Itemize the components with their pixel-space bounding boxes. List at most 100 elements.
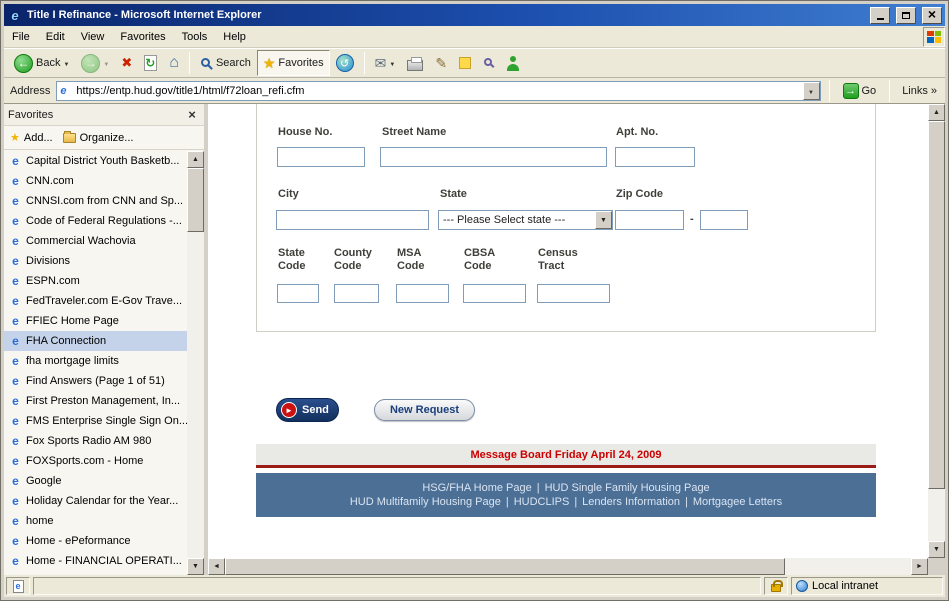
go-label: Go [862,85,877,97]
scroll-right-button[interactable]: ► [911,558,928,575]
message-board-link[interactable]: Message Board Friday April 24, 2009 [471,449,662,461]
favorites-item-label: Divisions [26,255,70,267]
state-select-value: --- Please Select state --- [443,214,595,226]
search-button[interactable]: Search [194,50,257,76]
menu-item[interactable]: Edit [38,27,73,47]
favorites-item[interactable]: Divisions [4,251,187,271]
favorites-item[interactable]: Commercial Wachovia [4,231,187,251]
favorites-item-label: CNNSI.com from CNN and Sp... [26,195,183,207]
favorites-item[interactable]: FMS Enterprise Single Sign On... [4,411,187,431]
favorites-item[interactable]: CNNSI.com from CNN and Sp... [4,191,187,211]
favorites-item[interactable]: Holiday Calendar for the Year... [4,491,187,511]
favorites-item[interactable]: First Preston Management, In... [4,391,187,411]
add-favorite-button[interactable]: Add... [10,131,53,144]
home-button[interactable] [163,50,185,76]
scroll-up-button[interactable]: ▲ [928,104,945,121]
zip-code-input[interactable] [615,210,684,230]
menu-item[interactable]: Help [215,27,254,47]
zip-plus4-input[interactable] [700,210,748,230]
refresh-button[interactable] [138,50,163,76]
address-input[interactable] [74,83,802,99]
scrollbar-thumb[interactable] [187,168,204,232]
favorites-item[interactable]: Find Answers (Page 1 of 51) [4,371,187,391]
messenger-button[interactable] [501,50,525,76]
menu-item[interactable]: View [73,27,113,47]
mail-button[interactable] [369,50,402,76]
forward-dropdown-icon [103,57,109,69]
send-button[interactable]: Send [276,398,339,422]
favorites-item[interactable]: FHA Connection [4,331,187,351]
scroll-down-button[interactable]: ▼ [187,558,204,575]
census-tract-input[interactable] [537,284,610,303]
city-input[interactable] [276,210,429,230]
favorites-item[interactable]: Fox Sports Radio AM 980 [4,431,187,451]
footer-link[interactable]: Lenders Information [582,496,680,508]
favorites-close-button[interactable] [184,108,200,122]
history-button[interactable] [330,50,360,76]
forward-button[interactable] [75,50,115,76]
favorites-item[interactable]: Home - ePeformance [4,531,187,551]
scroll-up-button[interactable]: ▲ [187,151,204,168]
menu-item[interactable]: File [4,27,38,47]
favorites-item[interactable]: FOXSports.com - Home [4,451,187,471]
message-board-band: Message Board Friday April 24, 2009 [256,444,876,468]
vertical-scrollbar[interactable]: ▲ ▼ [928,104,945,558]
address-bar: Address Go Links » [4,78,945,104]
back-button[interactable]: Back [8,50,75,76]
favorites-scrollbar[interactable]: ▲ ▼ [187,151,204,575]
street-name-input[interactable] [380,147,607,167]
msa-code-input[interactable] [396,284,449,303]
menu-item[interactable]: Favorites [112,27,173,47]
footer-link[interactable]: HUDCLIPS [514,496,570,508]
horizontal-scrollbar[interactable]: ◄ ► [208,558,928,575]
maximize-button[interactable] [896,7,916,24]
stop-button[interactable] [115,50,138,76]
discuss-button[interactable] [453,50,477,76]
cbsa-code-input[interactable] [463,284,526,303]
favorites-item[interactable]: ESPN.com [4,271,187,291]
discuss-icon [459,57,471,69]
apt-no-input[interactable] [615,147,695,167]
close-button[interactable] [922,7,942,24]
scroll-left-button[interactable]: ◄ [208,558,225,575]
links-button[interactable]: Links » [898,83,941,99]
scrollbar-thumb[interactable] [225,558,785,575]
go-button[interactable]: Go [838,81,882,101]
organize-favorites-button[interactable]: Organize... [63,132,134,144]
house-no-input[interactable] [277,147,365,167]
print-button[interactable] [401,50,429,76]
favorites-item[interactable]: Capital District Youth Basketb... [4,151,187,171]
favorites-item[interactable]: Code of Federal Regulations -... [4,211,187,231]
favorites-item[interactable]: FFIEC Home Page [4,311,187,331]
favorites-button[interactable]: Favorites [257,50,330,76]
address-dropdown-button[interactable] [803,82,820,100]
footer-link[interactable]: Mortgagee Letters [693,496,782,508]
ie-page-icon [9,554,22,568]
chevron-down-icon[interactable] [595,211,612,229]
footer-separator: | [574,496,577,508]
scroll-down-button[interactable]: ▼ [928,541,945,558]
favorites-item[interactable]: home [4,511,187,531]
favorites-item-label: FHA Connection [26,335,106,347]
favorites-item-label: Commercial Wachovia [26,235,136,247]
edit-button[interactable] [429,50,453,76]
state-code-input[interactable] [277,284,319,303]
county-code-input[interactable] [334,284,379,303]
footer-link[interactable]: HUD Single Family Housing Page [545,482,710,494]
favorites-item[interactable]: CNN.com [4,171,187,191]
favorites-item[interactable]: Home - FINANCIAL OPERATI... [4,551,187,571]
ie-page-icon [9,354,22,368]
menu-items: FileEditViewFavoritesToolsHelp [4,26,254,47]
footer-link[interactable]: HSG/FHA Home Page [422,482,531,494]
ie-page-icon [9,274,22,288]
favorites-item[interactable]: FedTraveler.com E-Gov Trave... [4,291,187,311]
footer-link[interactable]: HUD Multifamily Housing Page [350,496,501,508]
scrollbar-thumb[interactable] [928,121,945,489]
favorites-item[interactable]: fha mortgage limits [4,351,187,371]
new-request-button[interactable]: New Request [374,399,475,421]
state-select[interactable]: --- Please Select state --- [438,210,613,230]
menu-item[interactable]: Tools [174,27,216,47]
research-button[interactable] [477,50,501,76]
minimize-button[interactable] [870,7,890,24]
favorites-item[interactable]: Google [4,471,187,491]
